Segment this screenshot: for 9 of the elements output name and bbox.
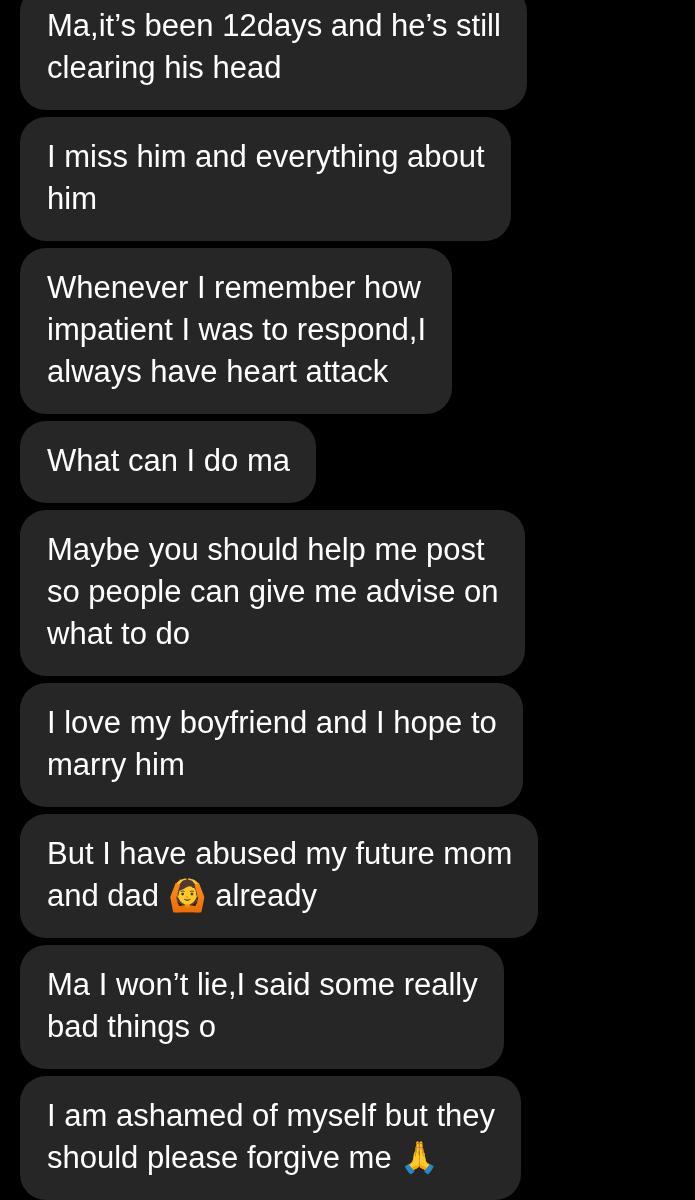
message-bubble: Ma I won’t lie,I said some really bad things o: [20, 945, 504, 1069]
message-bubble: Whenever I remember how impatient I was to respond,I always have heart attack: [20, 248, 453, 414]
message-bubble: I miss him and everything about him: [20, 117, 511, 241]
message-bubble: Ma,it’s been 12days and he’s still clearing his head: [20, 0, 527, 110]
message-bubble: I love my boyfriend and I hope to marry him: [20, 683, 523, 807]
message-bubble: What can I do ma: [20, 421, 316, 503]
message-bubble: I am ashamed of myself but they should please forgive me 🙏: [20, 1076, 521, 1200]
message-bubble: But I have abused my future mom and dad 🙆 already: [20, 814, 539, 938]
message-bubble: Maybe you should help me post so people can give me advise on what to do: [20, 510, 525, 676]
